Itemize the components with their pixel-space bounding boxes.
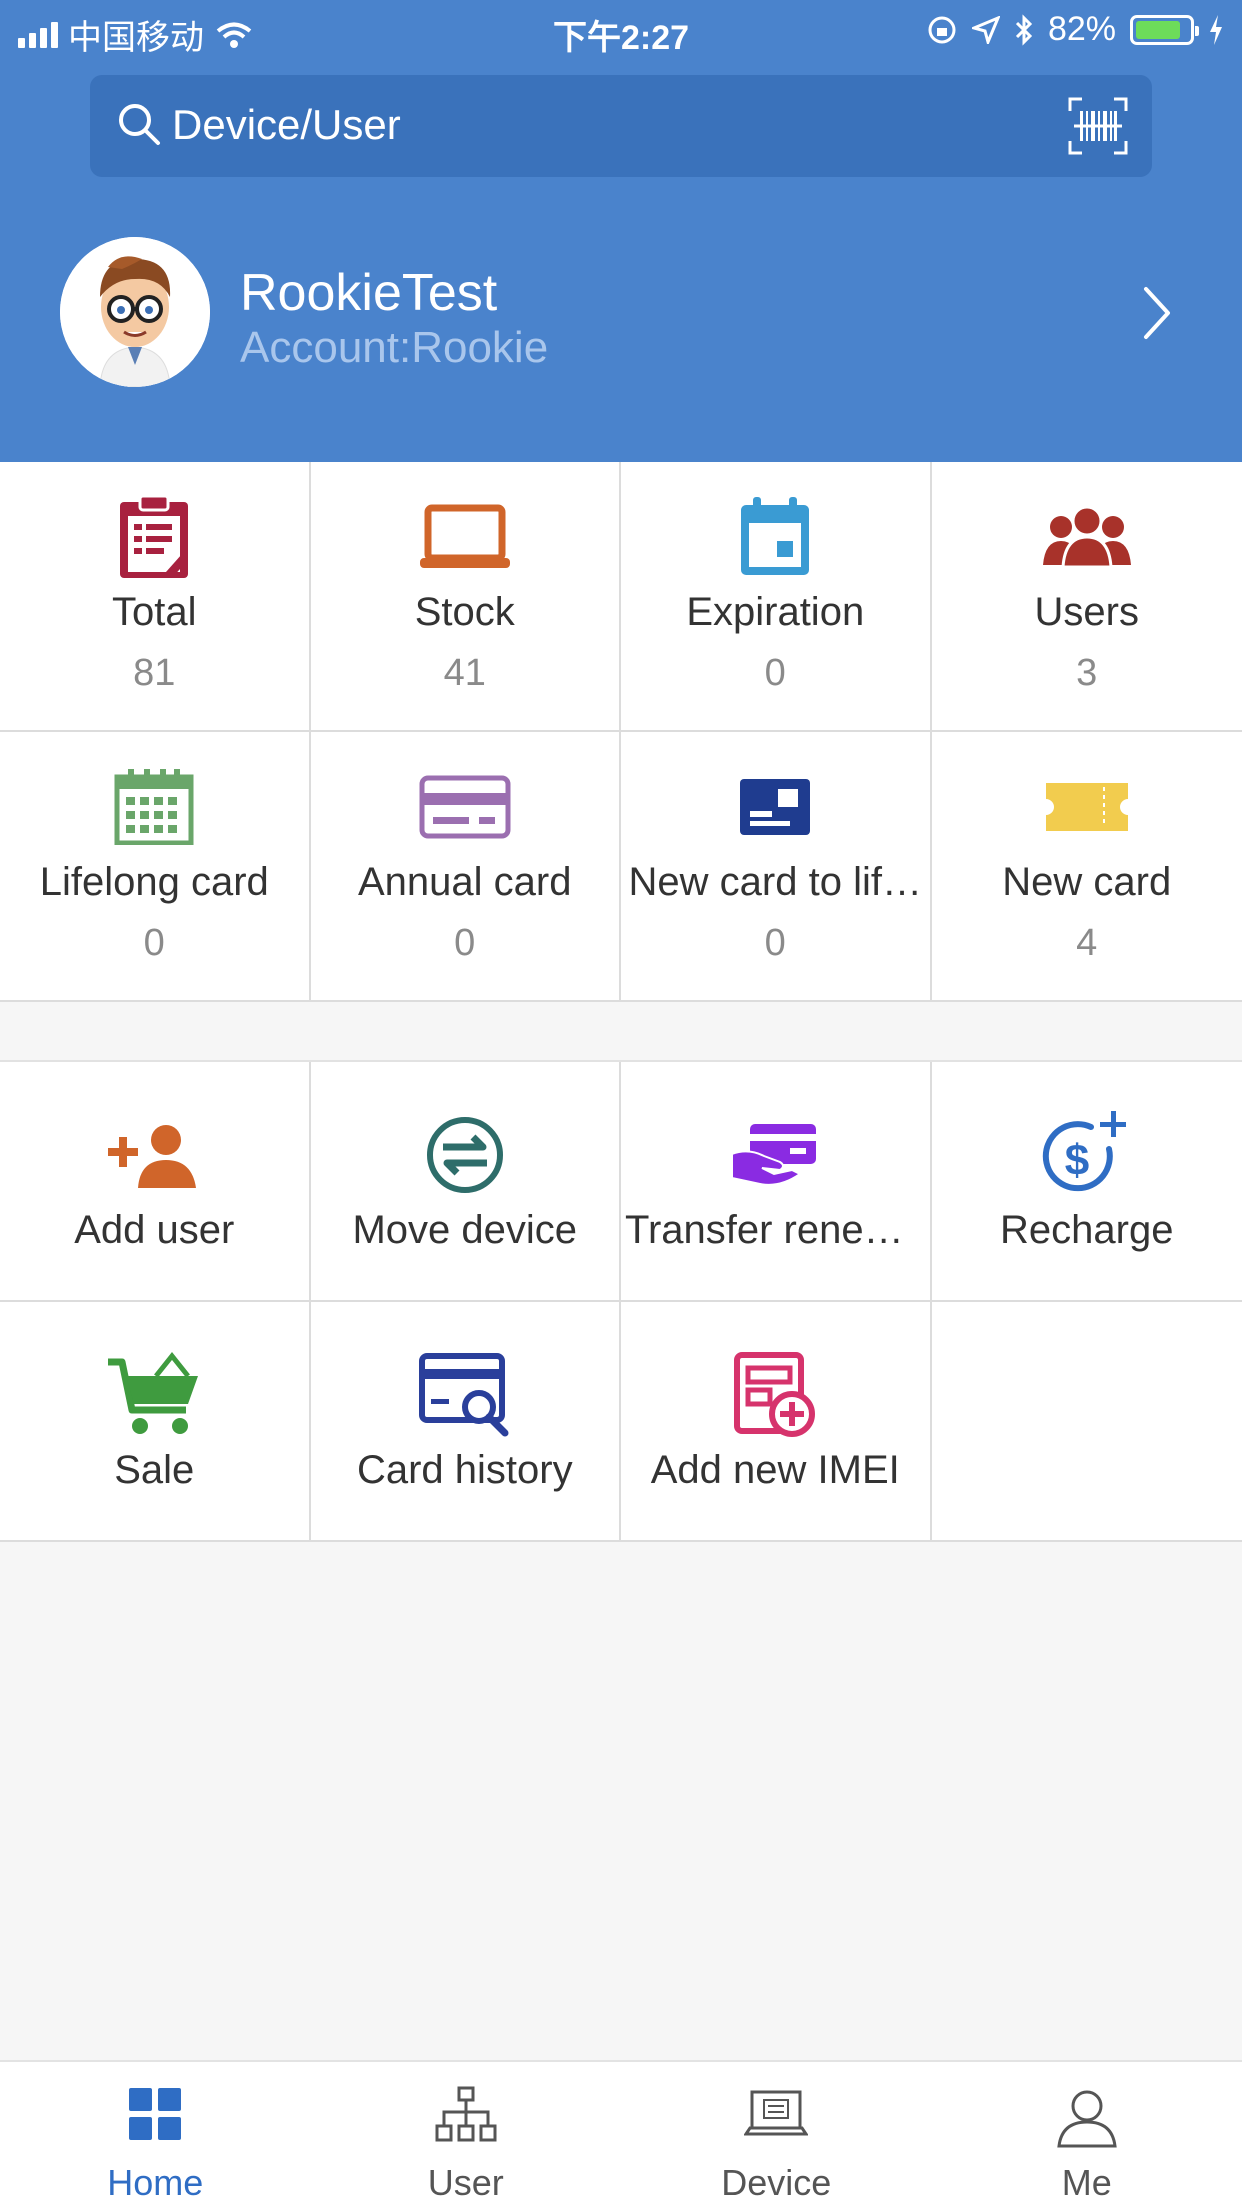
stat-label: New card	[932, 860, 1242, 905]
action-label: Recharge	[932, 1208, 1242, 1253]
stat-lifelong-card[interactable]: Lifelong card 0	[0, 732, 311, 1002]
add-user-button[interactable]: Add user	[0, 1062, 311, 1302]
clipboard-icon	[118, 494, 190, 580]
chevron-right-icon[interactable]	[1142, 285, 1172, 341]
charging-icon	[1208, 15, 1224, 45]
tab-label: Device	[621, 2162, 932, 2204]
recharge-button[interactable]: $ Recharge	[932, 1062, 1242, 1302]
card-hand-icon	[730, 1122, 820, 1188]
header: 中国移动 下午2:27 82%	[0, 0, 1242, 462]
action-label: Sale	[0, 1448, 309, 1493]
move-device-button[interactable]: Move device	[311, 1062, 622, 1302]
barcode-scan-icon[interactable]	[1068, 97, 1128, 155]
avatar-cartoon-icon	[60, 237, 210, 387]
transfer-renew-button[interactable]: Transfer renew…	[621, 1062, 932, 1302]
sale-button[interactable]: Sale	[0, 1302, 311, 1542]
svg-text:$: $	[1065, 1136, 1089, 1185]
stat-label: New card to lif…	[621, 860, 930, 905]
add-user-icon	[108, 1122, 200, 1188]
stat-label: Total	[0, 590, 309, 635]
stat-value: 0	[621, 652, 930, 695]
stat-value: 0	[0, 922, 309, 965]
stat-stock[interactable]: Stock 41	[311, 462, 622, 732]
action-label: Move device	[311, 1208, 620, 1253]
tab-label: User	[311, 2162, 622, 2204]
stat-label: Annual card	[311, 860, 620, 905]
person-icon	[1056, 2086, 1118, 2148]
tab-user[interactable]: User	[311, 2062, 622, 2210]
tab-me[interactable]: Me	[932, 2062, 1242, 2210]
action-label: Card history	[311, 1448, 620, 1493]
stat-users[interactable]: Users 3	[932, 462, 1242, 732]
profile-name: RookieTest	[240, 263, 497, 323]
stat-label: Users	[932, 590, 1242, 635]
stat-total[interactable]: Total 81	[0, 462, 311, 732]
search-bar[interactable]: Device/User	[90, 75, 1152, 177]
org-chart-icon	[435, 2086, 497, 2144]
stat-value: 81	[0, 652, 309, 695]
tab-device[interactable]: Device	[621, 2062, 932, 2210]
calendar-grid-icon	[114, 769, 194, 845]
battery-icon	[1130, 15, 1194, 45]
stat-label: Expiration	[621, 590, 930, 635]
stat-expiration[interactable]: Expiration 0	[621, 462, 932, 732]
tab-bar: Home User Device	[0, 2060, 1242, 2210]
dollar-plus-icon: $	[1041, 1109, 1133, 1201]
tab-label: Me	[932, 2162, 1242, 2204]
action-label: Add user	[0, 1208, 309, 1253]
profile-account: Account:Rookie	[240, 323, 548, 373]
transfer-icon	[425, 1115, 505, 1195]
home-grid-icon	[127, 2086, 183, 2142]
avatar[interactable]	[60, 237, 210, 387]
cart-icon	[108, 1352, 200, 1438]
bluetooth-icon	[1014, 14, 1034, 46]
ticket-icon	[1046, 779, 1128, 835]
empty-cell	[932, 1302, 1242, 1542]
profile-row[interactable]: RookieTest Account:Rookie	[0, 235, 1242, 395]
action-label: Transfer renew…	[621, 1208, 930, 1253]
search-icon	[116, 101, 162, 147]
stat-label: Lifelong card	[0, 860, 309, 905]
users-icon	[1041, 505, 1133, 569]
stat-label: Stock	[311, 590, 620, 635]
stat-value: 0	[311, 922, 620, 965]
imei-add-icon	[734, 1352, 816, 1438]
action-label: Add new IMEI	[621, 1448, 930, 1493]
calendar-icon	[739, 497, 811, 577]
battery-percent: 82%	[1048, 10, 1116, 49]
stat-new-card[interactable]: New card 4	[932, 732, 1242, 1002]
laptop-outline-icon	[744, 2086, 808, 2142]
search-input[interactable]: Device/User	[172, 101, 401, 149]
actions-grid: Add user Move device Transfer renew…	[0, 1060, 1242, 1542]
stat-value: 3	[932, 652, 1242, 695]
tab-home[interactable]: Home	[0, 2062, 311, 2210]
stat-annual-card[interactable]: Annual card 0	[311, 732, 622, 1002]
location-icon	[972, 16, 1000, 44]
stat-value: 41	[311, 652, 620, 695]
credit-card-icon	[419, 775, 511, 839]
card-search-icon	[419, 1353, 511, 1437]
card-history-button[interactable]: Card history	[311, 1302, 622, 1542]
stat-value: 4	[932, 922, 1242, 965]
add-new-imei-button[interactable]: Add new IMEI	[621, 1302, 932, 1542]
id-card-icon	[740, 777, 810, 837]
laptop-icon	[420, 504, 510, 570]
status-bar: 中国移动 下午2:27 82%	[0, 0, 1242, 60]
rotation-lock-icon	[926, 14, 958, 46]
stats-grid: Total 81 Stock 41 Expiration 0	[0, 462, 1242, 1002]
stat-value: 0	[621, 922, 930, 965]
stat-new-card-to-lifelong[interactable]: New card to lif… 0	[621, 732, 932, 1002]
tab-label: Home	[0, 2162, 311, 2204]
